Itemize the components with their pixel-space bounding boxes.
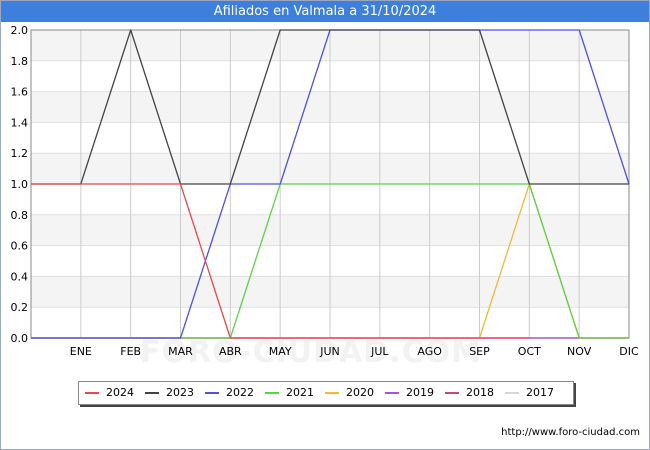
x-tick-label: MAR — [168, 345, 193, 358]
y-tick-label: 1.0 — [11, 178, 29, 191]
legend-label: 2024 — [106, 386, 134, 399]
y-tick-label: 1.4 — [11, 116, 29, 129]
legend-swatch — [265, 392, 279, 394]
legend-label: 2021 — [286, 386, 314, 399]
x-tick-label: SEP — [469, 345, 490, 358]
legend-label: 2017 — [526, 386, 554, 399]
legend-swatch — [445, 392, 459, 394]
legend-swatch — [325, 392, 339, 394]
legend-label: 2020 — [346, 386, 374, 399]
legend-swatch — [145, 392, 159, 394]
source-url[interactable]: http://www.foro-ciudad.com — [501, 427, 640, 438]
x-tick-label: NOV — [567, 345, 592, 358]
x-tick-label: JUL — [370, 345, 389, 358]
chart-legend: 2024 2023 2022 2021 2020 2019 2018 2017 — [78, 381, 574, 405]
legend-swatch — [505, 392, 519, 394]
legend-swatch — [85, 392, 99, 394]
legend-swatch — [205, 392, 219, 394]
y-tick-label: 0.6 — [11, 240, 29, 253]
y-tick-label: 2.0 — [11, 24, 29, 37]
x-tick-label: FEB — [120, 345, 141, 358]
x-tick-label: MAY — [269, 345, 292, 358]
legend-label: 2023 — [166, 386, 194, 399]
legend-label: 2018 — [466, 386, 494, 399]
y-tick-label: 0.8 — [11, 209, 29, 222]
x-tick-label: ENE — [70, 345, 92, 358]
x-tick-label: ABR — [219, 345, 242, 358]
y-tick-label: 0.0 — [11, 332, 29, 345]
x-tick-label: OCT — [518, 345, 541, 358]
legend-label: 2019 — [406, 386, 434, 399]
y-tick-label: 1.8 — [11, 55, 29, 68]
y-tick-label: 1.2 — [11, 147, 29, 160]
y-tick-label: 0.2 — [11, 301, 29, 314]
x-tick-label: AGO — [417, 345, 442, 358]
legend-label: 2022 — [226, 386, 254, 399]
legend-swatch — [385, 392, 399, 394]
y-tick-label: 1.6 — [11, 86, 29, 99]
x-tick-label: DIC — [619, 345, 639, 358]
x-tick-label: JUN — [319, 345, 340, 358]
y-tick-label: 0.4 — [11, 270, 29, 283]
